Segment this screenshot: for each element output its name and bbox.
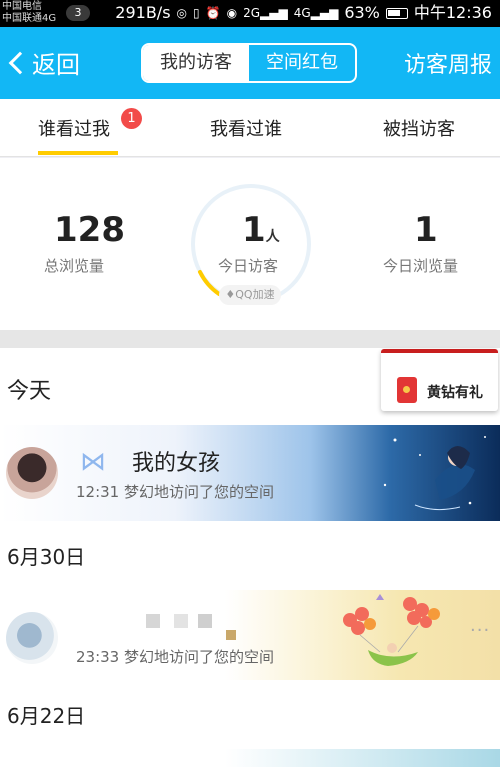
butterfly-icon: ⋈ [80, 447, 106, 477]
date-label: 6月30日 [7, 545, 86, 569]
segment-space-redpacket[interactable]: 空间红包 [249, 45, 355, 81]
date-section-header: 6月22日 [0, 680, 500, 749]
yellow-diamond-gift-label: 黄钻有礼 [427, 385, 483, 401]
today-label: 今天 [7, 379, 52, 404]
alarm-icon: ⏰ [205, 6, 221, 20]
carrier-2: 中国联通4G [2, 13, 57, 24]
visitor-weekly-report-link[interactable]: 访客周报 [404, 47, 492, 79]
nav-bar: 返回 我的访客 空间红包 访客周报 [0, 27, 500, 99]
stats-panel: 128 总浏览量 1人 今日访客 ♦QQ加速 1 今日浏览量 [0, 158, 500, 330]
visit-detail: 12:31 梦幻地访问了您的空间 [76, 481, 274, 502]
today-views-value: 1 [414, 210, 438, 250]
chevron-left-icon [8, 51, 32, 74]
visitor-row[interactable]: ⋈ 我的女孩 12:31 梦幻地访问了您的空间 [0, 425, 500, 521]
visit-time: 23:33 [76, 648, 120, 666]
mic-icon: ♦ [225, 288, 236, 301]
total-views-label: 总浏览量 [44, 257, 105, 275]
more-icon[interactable]: ··· [470, 620, 490, 641]
today-visitors-number: 1 [242, 210, 266, 250]
status-bar: 中国电信 中国联通4G 3 291B/s ◎ ▯ ⏰ ◉ 2G▂▄▆ 4G▂▄▆… [0, 0, 500, 27]
qq-boost-label: QQ加速 [235, 288, 275, 301]
visitor-name: 我的女孩 [132, 451, 221, 476]
notification-count: 3 [66, 5, 90, 21]
segment-my-visitors[interactable]: 我的访客 [143, 45, 249, 81]
visit-action: 梦幻地访问了您的空间 [124, 648, 275, 666]
back-label: 返回 [32, 51, 80, 79]
visit-detail: 23:33 梦幻地访问了您的空间 [76, 646, 274, 667]
nfc-icon: ◎ [176, 6, 188, 20]
clock: 中午12:36 [413, 3, 492, 22]
back-button[interactable]: 返回 [6, 45, 80, 80]
tab-who-i-viewed[interactable]: 我看过谁 [210, 115, 282, 141]
date-section-header: 6月30日 [0, 521, 500, 590]
today-visitors-label: 今日访客 [218, 257, 279, 275]
network-speed: 291B/s [115, 3, 171, 22]
visitor-row[interactable] [0, 749, 500, 767]
avatar[interactable] [6, 447, 58, 499]
today-visitors-unit: 人 [265, 229, 280, 245]
date-label: 6月22日 [7, 704, 86, 728]
battery-percent: 63% [344, 3, 380, 22]
total-views-value: 128 [54, 210, 125, 250]
qq-boost-chip[interactable]: ♦QQ加速 [219, 285, 281, 305]
eye-icon: ◉ [226, 6, 238, 20]
visitor-tabs: 谁看过我 1 我看过谁 被挡访客 [0, 99, 500, 157]
battery-icon [385, 7, 408, 19]
tab-who-viewed-me[interactable]: 谁看过我 [38, 115, 110, 141]
visitor-row[interactable]: 23:33 梦幻地访问了您的空间 ··· [0, 590, 500, 680]
space-theme-art [383, 436, 486, 511]
visit-action: 梦幻地访问了您的空间 [124, 483, 275, 501]
visit-time: 12:31 [76, 483, 120, 501]
red-packet-icon [397, 377, 417, 403]
vibrate-icon: ▯ [193, 6, 200, 20]
today-views-label: 今日浏览量 [383, 257, 459, 275]
carrier-1: 中国电信 [2, 1, 42, 12]
tab-blocked-visitors[interactable]: 被挡访客 [383, 115, 455, 141]
today-visitors-value: 1人 [242, 210, 280, 250]
segment-control: 我的访客 空间红包 [141, 43, 357, 83]
signal-icon-4g: 4G▂▄▆ [293, 6, 339, 20]
tab-badge: 1 [121, 108, 142, 129]
status-icons: 291B/s ◎ ▯ ⏰ ◉ 2G▂▄▆ 4G▂▄▆ 63% 中午12:36 [115, 3, 492, 23]
avatar[interactable] [6, 612, 58, 664]
carrier-info: 中国电信 中国联通4G [2, 1, 56, 25]
signal-icon-2g: 2G▂▄▆ [243, 6, 288, 20]
active-tab-indicator [38, 151, 118, 155]
section-divider [0, 330, 500, 348]
yellow-diamond-gift-banner[interactable]: 黄钻有礼 [381, 349, 498, 411]
